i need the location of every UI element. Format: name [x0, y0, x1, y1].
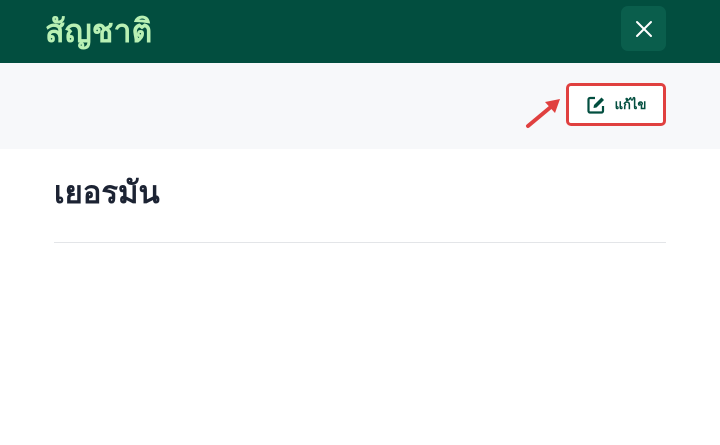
- action-toolbar: แก้ไข: [0, 63, 720, 149]
- red-arrow-icon: [526, 99, 560, 128]
- edit-button-label: แก้ไข: [614, 98, 647, 113]
- close-button[interactable]: [621, 6, 666, 51]
- edit-icon: [587, 96, 604, 114]
- close-icon: [635, 20, 652, 37]
- nationality-value: เยอรมัน: [54, 175, 160, 211]
- modal-title: สัญชาติ: [45, 12, 153, 50]
- divider: [54, 242, 666, 243]
- content-area: เยอรมัน: [0, 149, 720, 445]
- edit-button[interactable]: แก้ไข: [566, 83, 666, 126]
- modal-header: สัญชาติ: [0, 0, 720, 63]
